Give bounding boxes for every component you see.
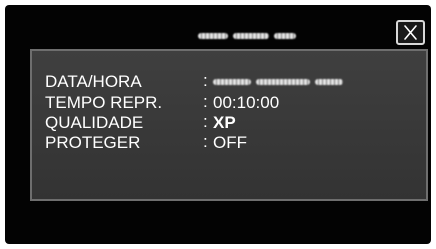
info-label: QUALIDADE (45, 113, 144, 132)
info-separator: : (203, 92, 208, 111)
date-time-value-obscured (213, 78, 343, 86)
info-separator: : (203, 132, 208, 151)
info-separator: : (203, 112, 208, 131)
info-value: 00:10:00 (213, 93, 280, 112)
playback-info-screen: DATA/HORA : TEMPO REPR. : 00:10:00 QUALI… (5, 5, 431, 244)
info-panel: DATA/HORA : TEMPO REPR. : 00:10:00 QUALI… (30, 49, 428, 201)
info-value: XP (213, 113, 236, 132)
info-label: TEMPO REPR. (45, 93, 163, 112)
close-button[interactable] (396, 20, 425, 45)
header-title-obscured (198, 32, 296, 40)
close-icon (404, 25, 417, 40)
info-separator: : (203, 71, 208, 90)
info-value: OFF (213, 133, 247, 152)
info-label: PROTEGER (45, 133, 141, 152)
info-label: DATA/HORA (45, 72, 142, 91)
